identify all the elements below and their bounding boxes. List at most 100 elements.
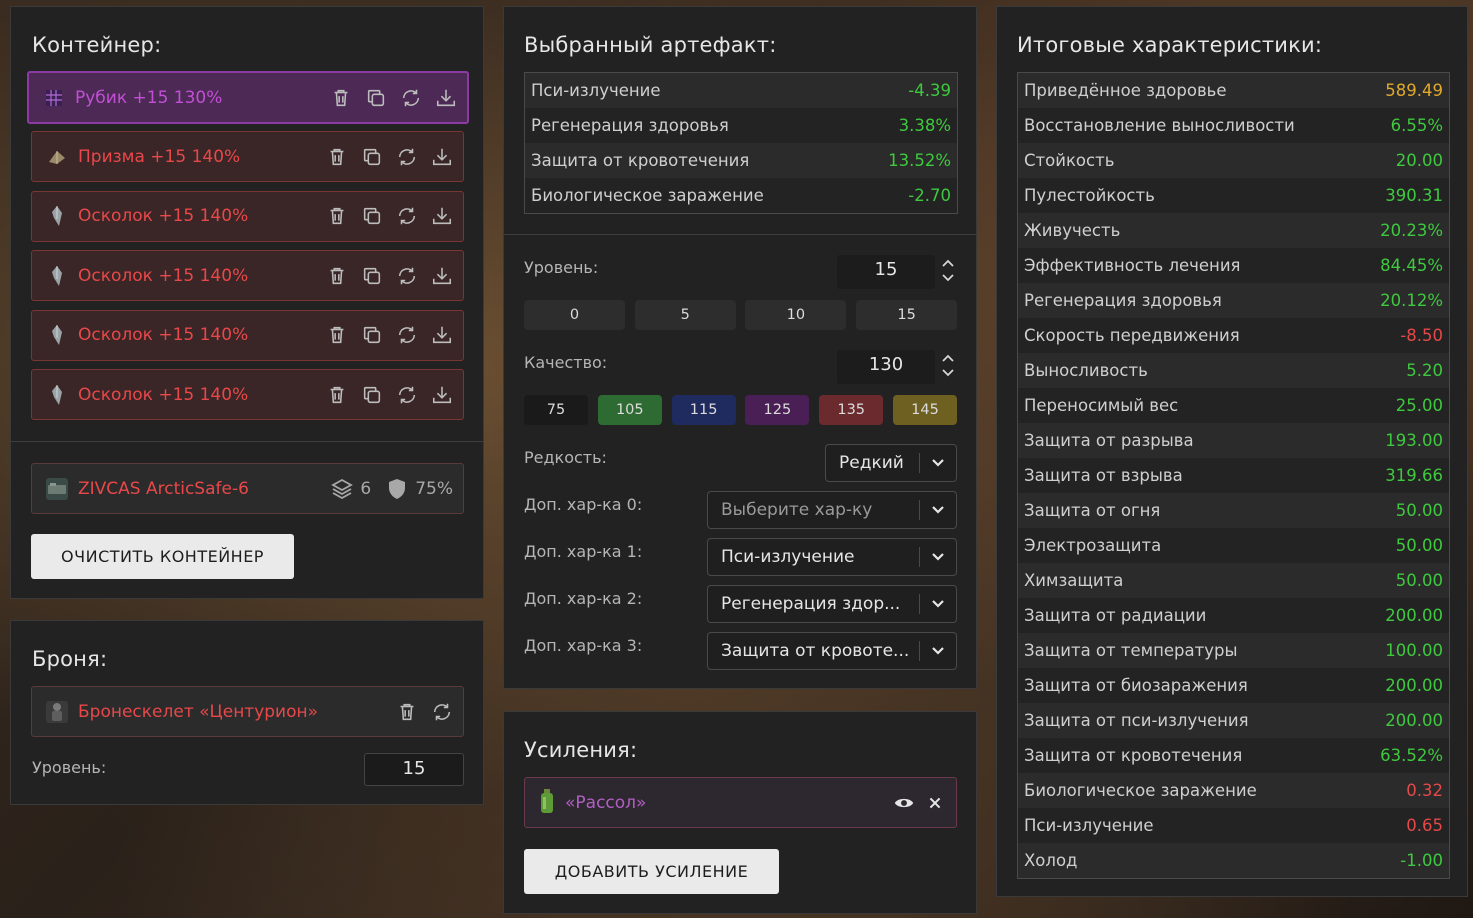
artifact-row[interactable]: Осколок +15 140% [31, 309, 464, 361]
eye-icon[interactable] [892, 791, 915, 814]
stat-row: Защита от радиации 200.00 [1018, 598, 1449, 633]
stat-name: Электрозащита [1024, 536, 1162, 555]
quality-preset-button[interactable]: 75 [524, 395, 588, 425]
download-icon[interactable] [430, 383, 453, 406]
armor-item[interactable]: Бронескелет «Центурион» [31, 686, 464, 737]
copy-icon[interactable] [360, 145, 383, 168]
armor-actions [395, 700, 453, 723]
delete-icon[interactable] [325, 264, 348, 287]
download-icon[interactable] [430, 324, 453, 347]
add-boost-button[interactable]: ДОБАВИТЬ УСИЛЕНИЕ [524, 849, 779, 894]
extra-stat-select[interactable]: Регенерация здор... [707, 585, 957, 623]
stat-value: 25.00 [1395, 396, 1443, 415]
chevron-up-icon[interactable] [941, 257, 955, 269]
chevron-up-icon[interactable] [941, 352, 955, 364]
quality-spinner[interactable] [941, 352, 955, 379]
chevron-down-icon[interactable] [941, 272, 955, 284]
container-title: Контейнер: [32, 33, 162, 57]
quality-preset-button[interactable]: 105 [597, 395, 662, 425]
refresh-icon[interactable] [395, 264, 418, 287]
stat-value: 100.00 [1385, 641, 1443, 660]
stat-row: Защита от огня 50.00 [1018, 493, 1449, 528]
container-item[interactable]: ZIVCAS ArcticSafe-6 6 75% [31, 463, 464, 514]
totals-title: Итоговые характеристики: [1017, 33, 1323, 57]
extra-stat-select[interactable]: Выберите хар-ку [707, 491, 957, 529]
copy-icon[interactable] [360, 264, 383, 287]
refresh-icon[interactable] [395, 205, 418, 228]
artifact-title: Выбранный артефакт: [524, 33, 777, 57]
level-input[interactable]: 15 [837, 255, 935, 289]
refresh-icon[interactable] [395, 324, 418, 347]
container-slots: 6 [360, 478, 372, 499]
boost-item[interactable]: «Рассол» [524, 777, 957, 828]
rarity-label: Редкость: [524, 448, 607, 467]
download-icon[interactable] [430, 145, 453, 168]
artifact-name: Осколок +15 140% [78, 384, 249, 405]
download-icon[interactable] [434, 86, 457, 109]
level-preset-button[interactable]: 0 [524, 300, 625, 330]
quality-input[interactable]: 130 [837, 350, 935, 384]
delete-icon[interactable] [325, 383, 348, 406]
container-item-name: ZIVCAS ArcticSafe-6 [78, 478, 249, 499]
stat-value: 20.12% [1380, 291, 1443, 310]
rarity-select[interactable]: Редкий [825, 444, 957, 482]
stat-row: Пси-излучение -4.39 [525, 73, 957, 108]
delete-icon[interactable] [395, 700, 418, 723]
refresh-icon[interactable] [399, 86, 422, 109]
stat-value: 319.66 [1385, 466, 1443, 485]
shard-icon [46, 324, 68, 346]
extra-stat-select[interactable]: Пси-излучение [707, 538, 957, 576]
level-spinner[interactable] [941, 257, 955, 284]
artifact-name: Осколок +15 140% [78, 206, 249, 226]
refresh-icon[interactable] [395, 145, 418, 168]
container-panel: Контейнер: Рубик +15 130% Призма +15 140%… [10, 6, 484, 599]
delete-icon[interactable] [329, 86, 352, 109]
stat-row: Холод -1.00 [1018, 843, 1449, 878]
stat-name: Пси-излучение [1024, 816, 1154, 835]
copy-icon[interactable] [364, 86, 387, 109]
stat-value: 193.00 [1385, 431, 1443, 450]
copy-icon[interactable] [360, 324, 383, 347]
stat-row: Регенерация здоровья 20.12% [1018, 283, 1449, 318]
stat-value: 50.00 [1395, 501, 1443, 520]
extra-stat-select[interactable]: Защита от кровоте... [707, 632, 957, 670]
stat-value: 0.65 [1406, 816, 1443, 835]
level-preset-button[interactable]: 10 [745, 300, 847, 330]
refresh-icon[interactable] [430, 700, 453, 723]
level-preset-button[interactable]: 15 [856, 300, 958, 330]
artifact-row[interactable]: Рубик +15 130% [27, 71, 469, 124]
artifact-row[interactable]: Осколок +15 140% [31, 190, 464, 242]
stat-name: Защита от взрыва [1024, 466, 1183, 485]
quality-preset-button[interactable]: 145 [893, 395, 957, 425]
quality-preset-button[interactable]: 135 [819, 395, 884, 425]
download-icon[interactable] [430, 264, 453, 287]
stat-name: Стойкость [1024, 151, 1115, 170]
stat-row: Химзащита 50.00 [1018, 563, 1449, 598]
quality-preset-button[interactable]: 115 [671, 395, 736, 425]
artifact-row[interactable]: Призма +15 140% [31, 131, 464, 182]
chevron-down-icon [920, 505, 956, 515]
delete-icon[interactable] [325, 205, 348, 228]
prism-icon [46, 146, 68, 168]
artifact-row[interactable]: Осколок +15 140% [31, 369, 464, 420]
stat-name: Восстановление выносливости [1024, 116, 1295, 135]
stat-value: 0.32 [1406, 781, 1443, 800]
armor-level-input[interactable]: 15 [364, 753, 464, 786]
refresh-icon[interactable] [395, 383, 418, 406]
quality-preset-button[interactable]: 125 [745, 395, 810, 425]
artifact-row[interactable]: Осколок +15 140% [31, 250, 464, 301]
delete-icon[interactable] [325, 145, 348, 168]
clear-container-button[interactable]: ОЧИСТИТЬ КОНТЕЙНЕР [31, 534, 294, 579]
stat-row: Защита от кровотечения 13.52% [525, 143, 957, 178]
stat-row: Биологическое заражение 0.32 [1018, 773, 1449, 808]
download-icon[interactable] [430, 205, 453, 228]
copy-icon[interactable] [360, 205, 383, 228]
level-preset-button[interactable]: 5 [634, 300, 736, 330]
chevron-down-icon[interactable] [941, 367, 955, 379]
delete-icon[interactable] [325, 324, 348, 347]
stat-name: Регенерация здоровья [531, 116, 729, 135]
copy-icon[interactable] [360, 383, 383, 406]
stat-row: Живучесть 20.23% [1018, 213, 1449, 248]
close-icon[interactable] [923, 791, 946, 814]
stat-name: Химзащита [1024, 571, 1124, 590]
